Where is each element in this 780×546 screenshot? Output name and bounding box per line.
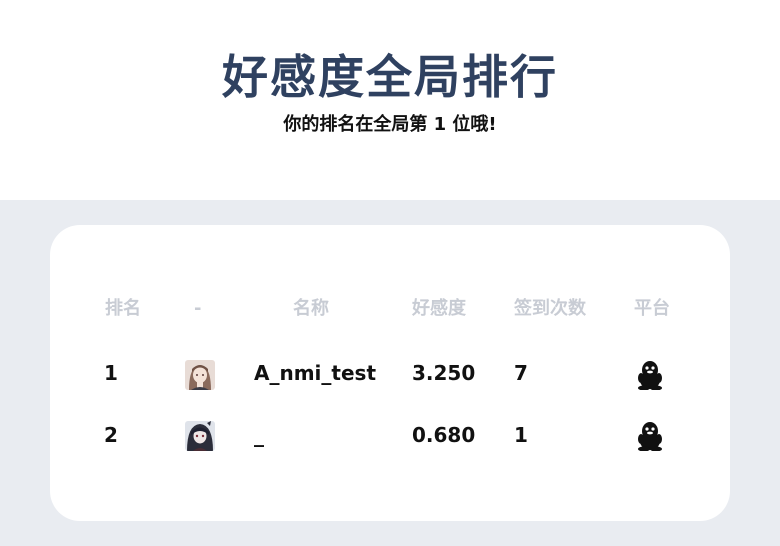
avatar [185, 360, 215, 390]
rank-subtitle: 你的排名在全局第 1 位哦! [283, 114, 497, 135]
column-header-avatar: - [194, 298, 202, 319]
page-title: 好感度全局排行 [222, 50, 558, 104]
page-header: 好感度全局排行 你的排名在全局第 1 位哦! [0, 0, 780, 200]
favor-cell: 3.250 [412, 361, 476, 385]
column-header-name: 名称 [293, 298, 329, 319]
avatar [185, 421, 215, 451]
qq-penguin-icon [637, 421, 663, 452]
checkins-cell: 1 [514, 423, 528, 447]
checkins-cell: 7 [514, 361, 528, 385]
column-header-checkins: 签到次数 [514, 298, 586, 319]
favor-cell: 0.680 [412, 423, 476, 447]
rank-cell: 2 [104, 423, 118, 447]
ranking-card: 排名 - 名称 好感度 签到次数 平台 1 A_nmi_test 3.250 7 [50, 225, 730, 521]
qq-penguin-icon [637, 360, 663, 391]
column-header-favor: 好感度 [412, 298, 466, 319]
column-header-platform: 平台 [634, 298, 670, 319]
name-cell: _ [254, 423, 264, 447]
rank-cell: 1 [104, 361, 118, 385]
name-cell: A_nmi_test [254, 361, 377, 385]
column-header-rank: 排名 [105, 298, 141, 319]
